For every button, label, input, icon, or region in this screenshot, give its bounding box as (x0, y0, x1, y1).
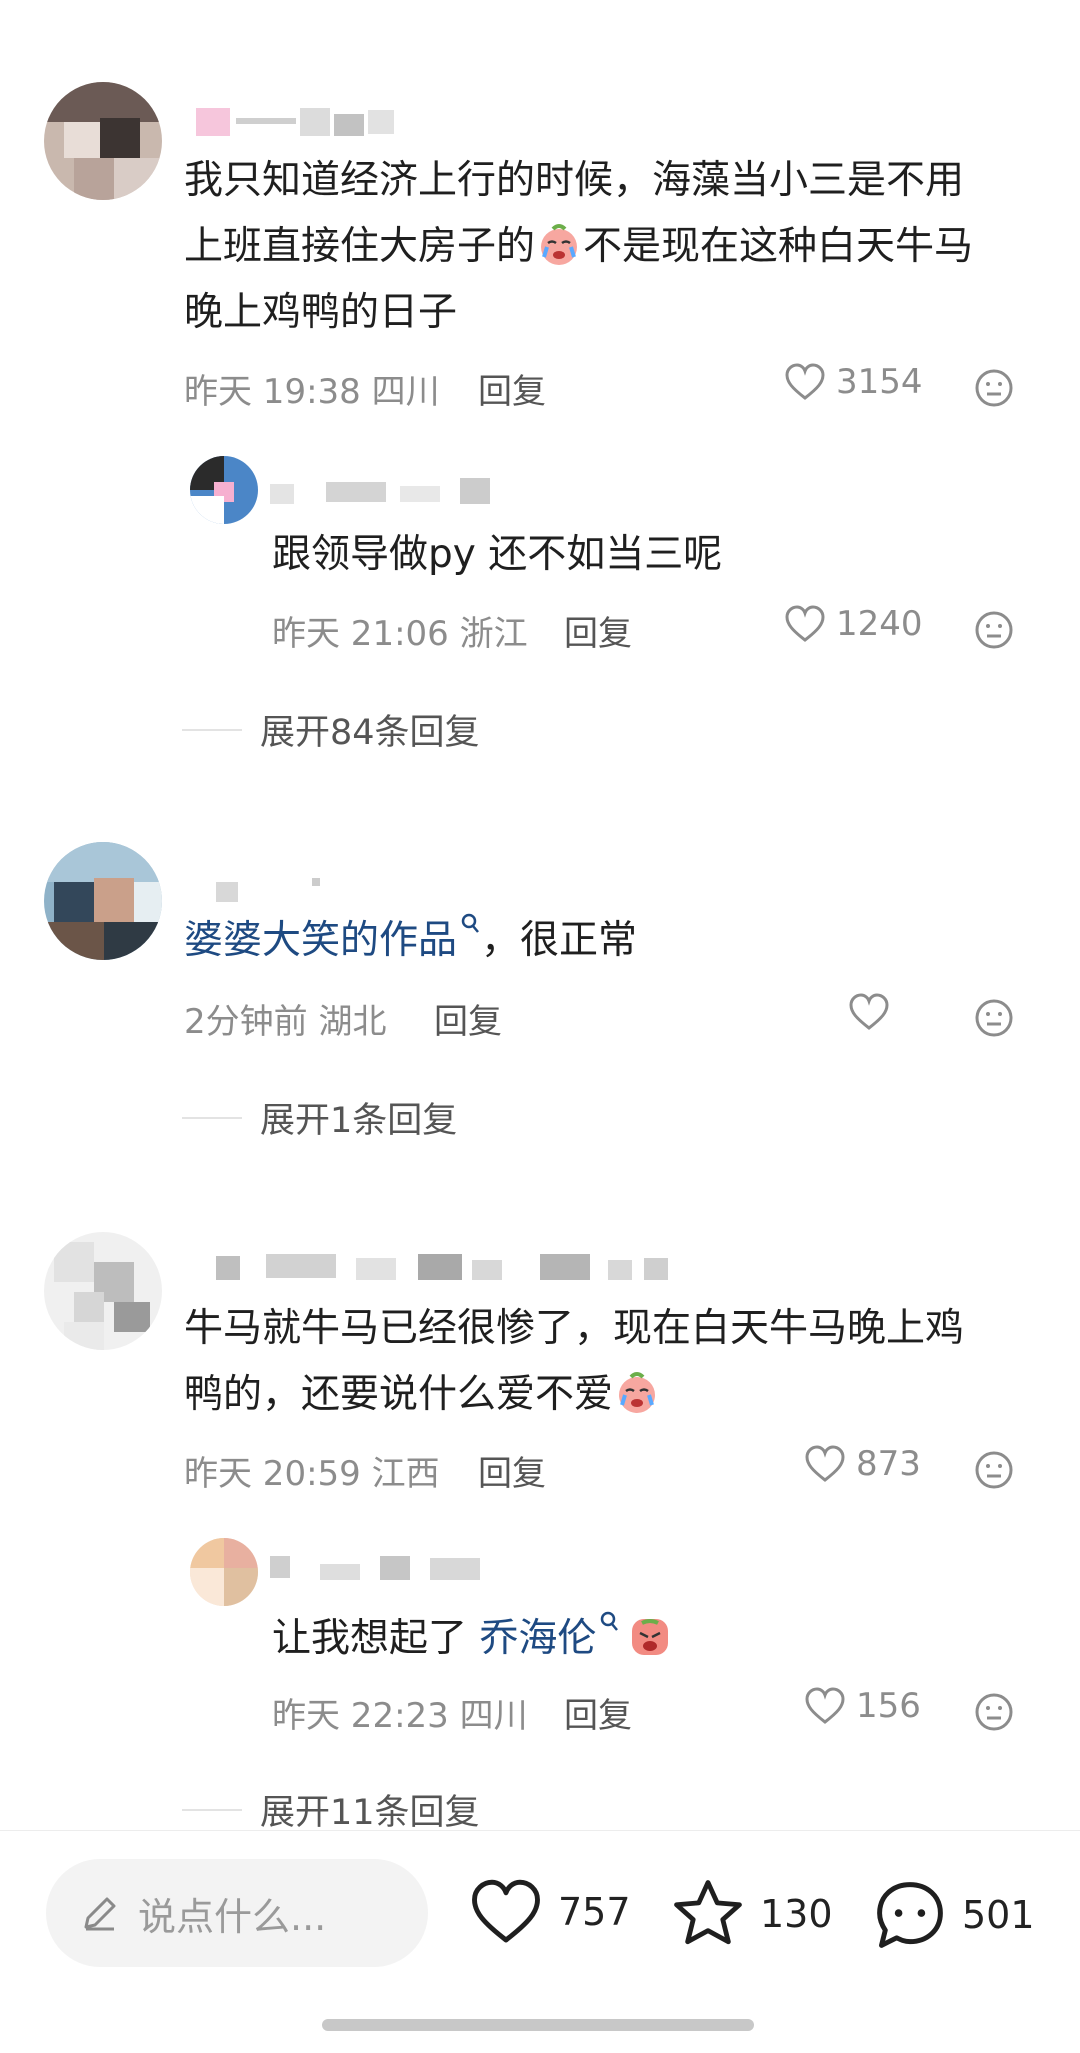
search-icon (601, 1611, 619, 1631)
expand-label: 展开1条回复 (260, 1101, 458, 1141)
meh-face-icon (975, 999, 1013, 1037)
home-indicator[interactable] (322, 2019, 754, 2031)
like-count: 873 (856, 1444, 921, 1484)
reply-time: 昨天 21:06 (272, 614, 449, 654)
meh-face-icon (975, 1451, 1013, 1489)
post-like-count: 757 (558, 1890, 631, 1934)
reply-text: 让我想起了 乔海伦 (272, 1606, 674, 1672)
like-button[interactable]: 873 (804, 1444, 921, 1484)
avatar[interactable] (44, 82, 162, 200)
expand-replies-button[interactable]: 展开1条回复 (182, 1092, 457, 1143)
comment-location: 江西 (371, 1454, 440, 1494)
like-count: 1240 (836, 604, 923, 644)
comment-meta: 昨天 19:38 四川 (184, 364, 440, 413)
comment-meta: 2分钟前 湖北 (184, 994, 386, 1043)
avatar[interactable] (44, 1232, 162, 1350)
avatar[interactable] (44, 842, 162, 960)
reply-button[interactable]: 回复 (564, 1688, 632, 1737)
comment-time: 2分钟前 (184, 1002, 308, 1042)
crying-emoji-icon (615, 1370, 659, 1414)
meh-face-icon (975, 611, 1013, 649)
dislike-button[interactable] (974, 610, 1014, 654)
comment-text: 婆婆大笑的作品 ，很正常 (184, 908, 637, 974)
pencil-icon (84, 1897, 116, 1931)
reply-button[interactable]: 回复 (478, 364, 546, 413)
search-link[interactable]: 乔海伦 (479, 1611, 620, 1661)
heart-icon (805, 1687, 845, 1724)
comment-time: 昨天 19:38 (184, 372, 361, 412)
like-post-button[interactable]: 757 (468, 1877, 631, 1947)
heart-icon (805, 1445, 845, 1482)
username[interactable] (216, 878, 326, 904)
expand-label: 展开11条回复 (260, 1793, 480, 1833)
reply-text: 跟领导做py 还不如当三呢 (272, 532, 723, 577)
like-button[interactable]: 156 (804, 1686, 921, 1726)
search-link[interactable]: 婆婆大笑的作品 (184, 913, 481, 963)
comment-count: 501 (962, 1893, 1035, 1937)
like-button[interactable]: 3154 (784, 362, 923, 402)
heart-icon (785, 363, 825, 400)
favorite-count: 130 (760, 1892, 833, 1936)
divider (182, 1808, 242, 1811)
comment-meta: 昨天 20:59 江西 (184, 1446, 440, 1495)
reply-meta: 昨天 21:06 浙江 (272, 606, 528, 655)
like-count: 3154 (836, 362, 923, 402)
reply-location: 浙江 (459, 614, 528, 654)
reply-time: 昨天 22:23 (272, 1696, 449, 1736)
dislike-button[interactable] (974, 998, 1014, 1042)
divider (182, 728, 242, 731)
avatar[interactable] (190, 456, 258, 524)
expand-replies-button[interactable]: 展开84条回复 (182, 704, 480, 755)
reply-meta: 昨天 22:23 四川 (272, 1688, 528, 1737)
crying-emoji-icon (537, 222, 581, 266)
dislike-button[interactable] (974, 1692, 1014, 1736)
reply-button[interactable]: 回复 (434, 994, 502, 1043)
heart-icon (785, 605, 825, 642)
meh-face-icon (975, 1693, 1013, 1731)
comment-text: 我只知道经济上行的时候，海藻当小三是不用 上班直接住大房子的 不是现在这种白天牛马… (184, 158, 974, 335)
search-icon (461, 913, 479, 933)
like-count: 156 (856, 1686, 921, 1726)
like-button[interactable] (848, 992, 900, 1032)
comment-bubble-icon (877, 1882, 943, 1948)
username[interactable] (270, 478, 500, 504)
star-icon (674, 1880, 742, 1945)
comment-location: 湖北 (318, 1002, 387, 1042)
dislike-button[interactable] (974, 368, 1014, 412)
comments-button[interactable]: 501 (872, 1877, 1035, 1953)
comment-time: 昨天 20:59 (184, 1454, 361, 1494)
divider (182, 1116, 242, 1119)
expand-replies-button[interactable]: 展开11条回复 (182, 1784, 480, 1835)
heart-icon (849, 993, 889, 1030)
reply-button[interactable]: 回复 (478, 1446, 546, 1495)
comment-input[interactable]: 说点什么... (46, 1859, 428, 1967)
username[interactable] (270, 1556, 480, 1582)
comment-input-placeholder: 说点什么... (138, 1894, 327, 1939)
heart-icon (472, 1879, 540, 1943)
avatar[interactable] (190, 1538, 258, 1606)
expand-label: 展开84条回复 (260, 713, 480, 753)
dislike-button[interactable] (974, 1450, 1014, 1494)
reply-location: 四川 (459, 1696, 528, 1736)
comment-text: 牛马就牛马已经很惨了，现在白天牛马晚上鸡 鸭的，还要说什么爱不爱 (184, 1306, 965, 1417)
username[interactable] (196, 1254, 696, 1280)
favorite-button[interactable]: 130 (670, 1877, 833, 1951)
angry-emoji-icon (628, 1614, 672, 1658)
comment-location: 四川 (371, 372, 440, 412)
meh-face-icon (975, 369, 1013, 407)
like-button[interactable]: 1240 (784, 604, 923, 644)
reply-button[interactable]: 回复 (564, 606, 632, 655)
username[interactable] (196, 108, 396, 136)
